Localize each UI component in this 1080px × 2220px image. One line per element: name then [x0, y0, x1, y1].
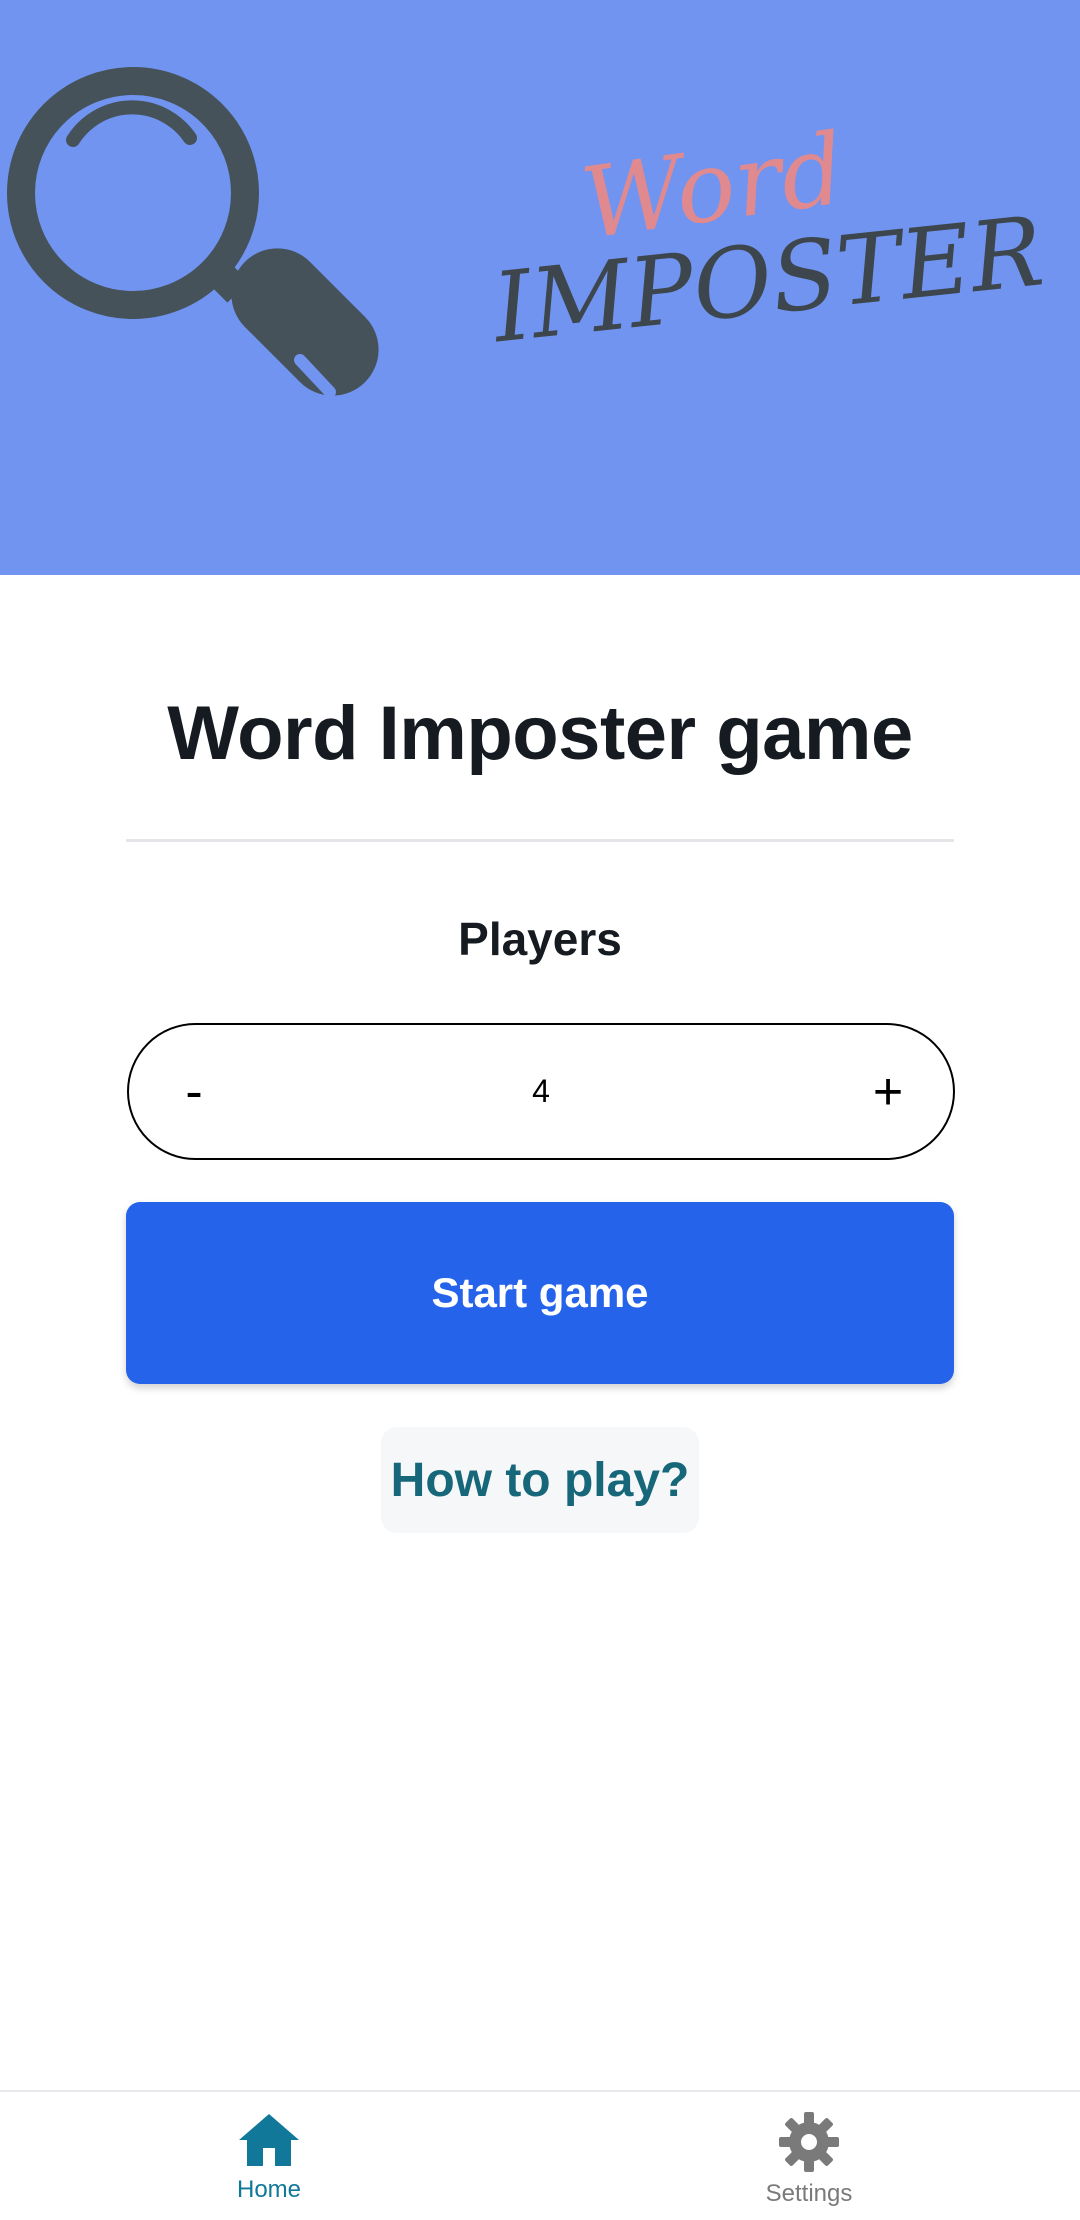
nav-item-home[interactable]: Home — [169, 2110, 369, 2204]
divider — [126, 839, 954, 842]
players-stepper: - 4 + — [127, 1023, 955, 1160]
app-logo: Word IMPOSTER — [486, 112, 1048, 364]
home-icon — [239, 2114, 299, 2166]
hero-art: Word IMPOSTER — [7, 67, 1048, 398]
nav-item-settings[interactable]: Settings — [709, 2110, 909, 2208]
nav-label-settings: Settings — [765, 2180, 853, 2207]
bottom-navigation: Home Settings — [0, 2090, 1080, 2220]
app-screen: Word IMPOSTER Word Imposter game Players… — [0, 0, 1080, 2220]
players-count: 4 — [532, 1073, 550, 1109]
magnifying-glass-icon — [7, 67, 379, 398]
players-label: Players — [458, 913, 622, 965]
nav-label-home: Home — [236, 2176, 302, 2203]
decrement-button[interactable]: - — [129, 1025, 259, 1158]
how-to-play-button[interactable]: How to play? — [381, 1427, 699, 1533]
page-title: Word Imposter game — [167, 691, 913, 776]
gear-icon — [779, 2112, 839, 2172]
start-game-button[interactable]: Start game — [126, 1202, 954, 1384]
increment-button[interactable]: + — [823, 1025, 953, 1158]
hero-banner: Word IMPOSTER — [0, 0, 1080, 575]
